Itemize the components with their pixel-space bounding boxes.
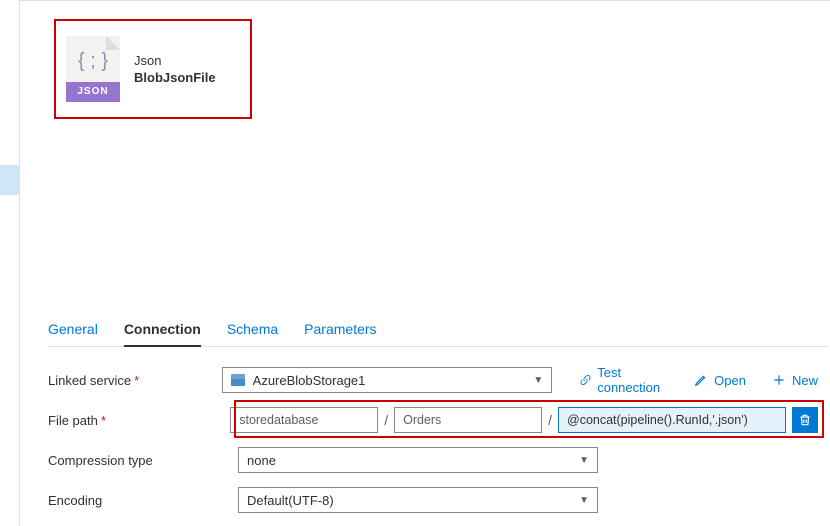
encoding-select[interactable]: Default(UTF-8) ▼ [238,487,598,513]
file-path-container-input[interactable] [230,407,378,433]
linked-service-select[interactable]: AzureBlobStorage1 ▼ [222,367,553,393]
tab-schema[interactable]: Schema [227,321,278,346]
label-encoding-text: Encoding [48,493,102,508]
required-mark: * [134,373,139,388]
json-icon-braces: { ; } [66,50,120,73]
dataset-card-highlight: { ; } JSON Json BlobJsonFile [54,19,252,119]
plus-icon [772,373,786,387]
row-file-path: File path * / / @concat(pipeline().RunId… [48,401,818,439]
encoding-value: Default(UTF-8) [247,493,334,508]
label-compression-text: Compression type [48,453,153,468]
open-label: Open [714,373,746,388]
file-path-directory-input[interactable] [394,407,542,433]
open-button[interactable]: Open [694,373,746,388]
new-label: New [792,373,818,388]
connection-form: Linked service * AzureBlobStorage1 ▼ Tes… [48,361,818,521]
required-mark: * [101,413,106,428]
tab-general[interactable]: General [48,321,98,346]
dataset-name-label: BlobJsonFile [134,70,216,85]
file-expression-text: @concat(pipeline().RunId,'.json') [567,413,748,427]
new-button[interactable]: New [772,373,818,388]
json-icon-page: { ; } JSON [66,36,120,102]
file-path-file-expression[interactable]: @concat(pipeline().RunId,'.json') [558,407,786,433]
label-compression: Compression type [48,453,238,468]
left-rail-active-indicator [0,165,20,195]
row-compression: Compression type none ▼ [48,441,818,479]
json-icon-corner-fold [106,36,120,50]
trash-icon [798,413,812,427]
json-icon-band: JSON [66,82,120,102]
linked-service-value: AzureBlobStorage1 [253,373,366,388]
tabs-bar: General Connection Schema Parameters [48,321,828,347]
content-pane: { ; } JSON Json BlobJsonFile General Con… [20,0,830,526]
chevron-down-icon: ▼ [533,375,543,386]
label-encoding: Encoding [48,493,238,508]
test-connection-label: Test connection [597,365,668,395]
path-separator: / [384,412,388,428]
label-linked-service: Linked service * [48,373,222,388]
tab-parameters[interactable]: Parameters [304,321,376,346]
tab-connection[interactable]: Connection [124,321,201,347]
compression-select[interactable]: none ▼ [238,447,598,473]
label-file-path-text: File path [48,413,98,428]
row-linked-service: Linked service * AzureBlobStorage1 ▼ Tes… [48,361,818,399]
test-connection-button[interactable]: Test connection [580,365,668,395]
link-icon [580,373,591,387]
pencil-icon [694,373,708,387]
label-linked-service-text: Linked service [48,373,131,388]
label-file-path: File path * [48,413,230,428]
dataset-meta: Json BlobJsonFile [134,53,216,85]
delete-file-expression-button[interactable] [792,407,818,433]
chevron-down-icon: ▼ [579,455,589,466]
json-file-icon: { ; } JSON [66,36,120,102]
linked-service-actions: Test connection Open New [580,365,818,395]
dataset-card[interactable]: { ; } JSON Json BlobJsonFile [56,21,250,117]
compression-value: none [247,453,276,468]
path-separator: / [548,412,552,428]
chevron-down-icon: ▼ [579,495,589,506]
file-path-group: / / @concat(pipeline().RunId,'.json') [230,407,818,433]
left-rail [0,0,20,526]
storage-icon [231,374,245,386]
row-encoding: Encoding Default(UTF-8) ▼ [48,481,818,519]
dataset-type-label: Json [134,53,216,68]
